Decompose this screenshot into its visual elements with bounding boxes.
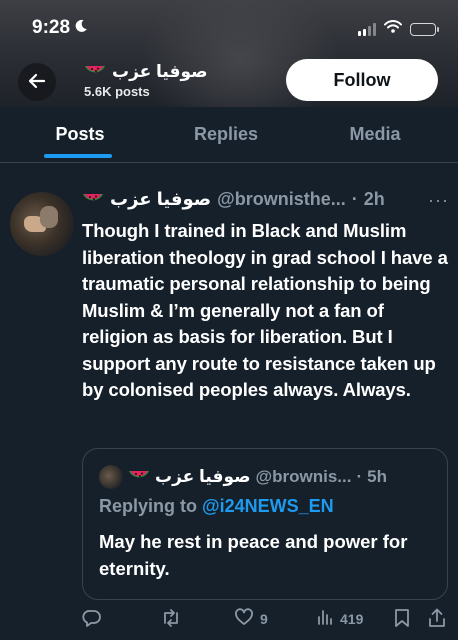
quoted-tweet-card[interactable]: صوفيا عزب @brownis... · 5h Replying to @… — [82, 448, 448, 600]
tweet-actions: 9 419 — [82, 608, 450, 636]
profile-header: 9:28 صوفيا عزب 5.6K posts Follow — [0, 0, 458, 107]
watermelon-icon — [82, 192, 104, 208]
bookmark-icon — [394, 608, 410, 631]
watermelon-icon — [84, 64, 106, 80]
quoted-timestamp: 5h — [367, 467, 387, 486]
more-options-button[interactable]: ··· — [428, 190, 449, 211]
view-count: 419 — [340, 610, 364, 627]
avatar — [99, 465, 123, 489]
tweet-text: Though I trained in Black and Muslim lib… — [82, 220, 448, 400]
tab-replies[interactable]: Replies — [160, 107, 292, 162]
watermelon-icon — [128, 469, 150, 485]
tweet-author-handle[interactable]: @brownisthe... — [217, 189, 346, 210]
tweet-timestamp[interactable]: 2h — [364, 189, 385, 210]
tweet-author-name[interactable]: صوفيا عزب — [110, 189, 211, 210]
quoted-author-name: صوفيا عزب — [155, 467, 251, 486]
heart-icon — [234, 608, 254, 629]
tab-media[interactable]: Media — [292, 107, 458, 162]
back-button[interactable] — [18, 63, 56, 101]
moon-icon — [74, 19, 88, 37]
separator-dot: · — [351, 189, 358, 209]
avatar[interactable] — [10, 192, 74, 256]
quoted-tweet-header: صوفيا عزب @brownis... · 5h — [99, 465, 387, 489]
retweet-button[interactable] — [160, 608, 182, 631]
retweet-icon — [160, 608, 182, 631]
separator-dot: · — [356, 467, 363, 486]
share-button[interactable] — [428, 608, 446, 631]
replying-to-line: Replying to @i24NEWS_EN — [99, 496, 334, 516]
signal-icon — [358, 22, 376, 36]
active-tab-indicator — [44, 154, 112, 158]
reply-icon — [82, 608, 102, 631]
like-button[interactable]: 9 — [234, 608, 268, 629]
status-bar: 9:28 — [0, 0, 458, 54]
like-count: 9 — [260, 610, 268, 627]
reply-button[interactable] — [82, 608, 102, 631]
status-time: 9:28 — [32, 17, 88, 39]
quoted-tweet-text: May he rest in peace and power for etern… — [99, 531, 408, 579]
tab-posts[interactable]: Posts — [0, 107, 160, 162]
wifi-icon — [384, 20, 402, 38]
battery-icon — [410, 22, 439, 36]
share-icon — [428, 608, 446, 631]
mention-link[interactable]: @i24NEWS_EN — [202, 496, 334, 516]
quoted-author-handle: @brownis... — [255, 467, 352, 486]
views-button[interactable]: 419 — [316, 608, 363, 629]
tweet-header: صوفيا عزب @brownisthe... · 2h — [82, 189, 385, 210]
header-profile-name: صوفيا عزب — [84, 62, 208, 82]
back-arrow-icon — [28, 73, 46, 92]
follow-button[interactable]: Follow — [286, 59, 438, 101]
profile-tabs: Posts Replies Media — [0, 107, 458, 163]
post-count: 5.6K posts — [84, 84, 150, 99]
system-icons — [358, 20, 439, 38]
views-icon — [316, 608, 334, 629]
bookmark-button[interactable] — [394, 608, 410, 631]
